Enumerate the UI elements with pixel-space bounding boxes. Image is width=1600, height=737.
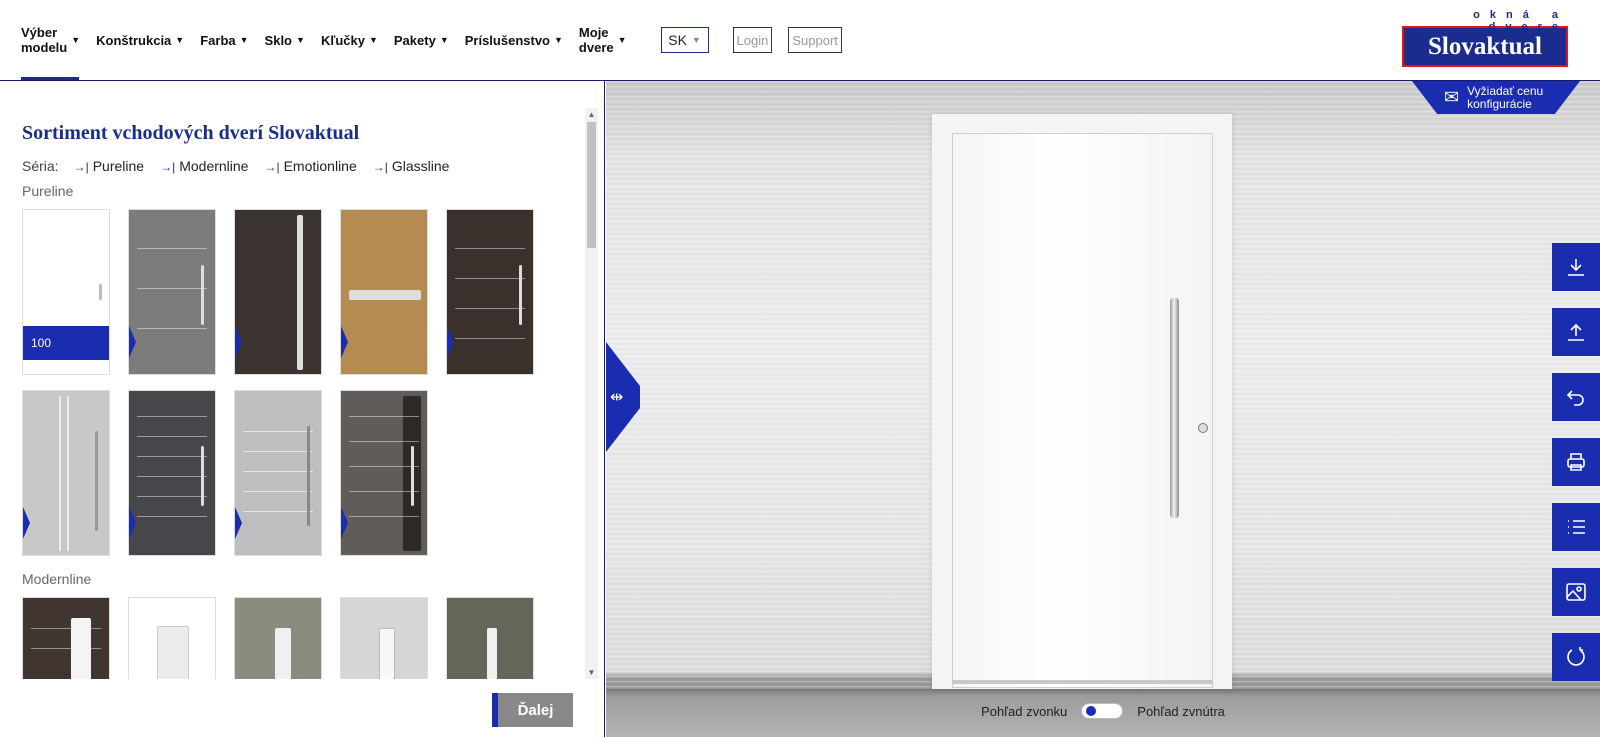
- top-navigation: Výber modelu ▼ Konštrukcia ▼ Farba ▼ Sklo ▼ K…: [0, 0, 1600, 81]
- jump-arrow-icon: →|: [73, 160, 89, 174]
- view-inside-label[interactable]: Pohľad zvnútra: [1137, 704, 1225, 719]
- nav-item-label: Pakety: [393, 32, 436, 48]
- print-button[interactable]: [1552, 438, 1600, 486]
- door-model-thumb[interactable]: [340, 390, 428, 556]
- door-model-thumb[interactable]: 100: [22, 209, 110, 375]
- reset-icon: [1567, 647, 1585, 666]
- resize-arrows-icon: ⇹: [610, 389, 624, 406]
- door-handle-bar: [1170, 298, 1179, 518]
- series-link-glassline[interactable]: →| Glassline: [373, 158, 450, 174]
- jump-arrow-icon: →|: [160, 160, 176, 174]
- next-button[interactable]: Ďalej: [492, 693, 573, 727]
- chevron-down-icon: ▼: [368, 34, 378, 45]
- nav-item-label: Sklo: [264, 32, 293, 48]
- model-catalog-scroll[interactable]: Sortiment vchodových dverí Slovaktual Sé…: [0, 108, 584, 679]
- door-model-thumb[interactable]: [340, 597, 428, 679]
- print-icon: [1567, 453, 1585, 471]
- switch-knob: [1086, 706, 1097, 716]
- chevron-down-icon: ▼: [71, 34, 81, 45]
- series-link-modernline[interactable]: →| Modernline: [160, 158, 248, 174]
- download-icon: [1568, 259, 1584, 276]
- image-icon: [1566, 583, 1586, 601]
- door-model-thumb[interactable]: [234, 390, 322, 556]
- catalog-scrollbar[interactable]: ▲ ▼: [585, 108, 598, 679]
- nav-item-color[interactable]: Farba ▼: [200, 33, 248, 48]
- series-filter: Séria: →| Pureline →| Modernline →| Emotion…: [22, 158, 465, 174]
- jump-arrow-icon: →|: [264, 160, 280, 174]
- nav-item-label: Kľučky: [320, 32, 365, 48]
- undo-icon: [1566, 390, 1584, 406]
- door-model-thumb[interactable]: [446, 597, 534, 679]
- door-model-thumb[interactable]: [234, 209, 322, 375]
- main-menu: Výber modelu ▼ Konštrukcia ▼ Farba ▼ Sklo ▼ K…: [21, 0, 858, 80]
- jump-arrow-icon: →|: [372, 160, 388, 174]
- door-model-thumb[interactable]: [22, 597, 110, 679]
- brand-logo[interactable]: okná a dvere Slovaktual: [1402, 9, 1568, 69]
- chevron-down-icon: ▼: [554, 34, 563, 45]
- door-model-thumb[interactable]: [128, 597, 216, 679]
- nav-item-model[interactable]: Výber modelu ▼: [21, 25, 80, 55]
- upload-icon: [1568, 323, 1584, 341]
- series-label: Séria:: [22, 158, 59, 174]
- upload-button[interactable]: [1552, 308, 1600, 356]
- group-label-modernline: Modernline: [22, 571, 92, 587]
- list-icon: [1568, 520, 1585, 534]
- chevron-down-icon: ▼: [239, 34, 249, 45]
- door-model-thumb[interactable]: [22, 390, 110, 556]
- door-preview-viewer: ✉ Vyžiadať cenu konfigurácie ⇹ Pohľad zvo…: [606, 81, 1600, 737]
- series-link-emotionline[interactable]: →| Emotionline: [264, 158, 356, 174]
- door-model-thumb[interactable]: [340, 209, 428, 375]
- nav-item-label: Príslušenstvo: [464, 32, 550, 48]
- login-button[interactable]: Login: [732, 27, 773, 53]
- nav-item-model-label: Výber modelu: [21, 25, 68, 55]
- nav-item-label: Farba: [200, 32, 236, 48]
- nav-item-packages[interactable]: Pakety ▼: [394, 33, 449, 48]
- chevron-down-icon: ▼: [691, 35, 701, 45]
- scrollbar-thumb[interactable]: [587, 122, 596, 248]
- mail-plus-icon: ✉: [1444, 87, 1460, 107]
- summary-list-button[interactable]: [1552, 503, 1600, 551]
- series-link-pureline[interactable]: →| Pureline: [74, 158, 145, 174]
- download-button[interactable]: [1552, 243, 1600, 291]
- request-quote-button[interactable]: ✉ Vyžiadať cenu konfigurácie: [1412, 81, 1580, 114]
- chevron-down-icon: ▼: [296, 34, 305, 45]
- nav-item-my-doors-label: Moje dvere: [578, 25, 614, 55]
- model-selection-panel: Sortiment vchodových dverí Slovaktual Sé…: [0, 81, 605, 737]
- view-switch[interactable]: [1081, 703, 1124, 719]
- background-image-button[interactable]: [1552, 568, 1600, 616]
- nav-item-glass[interactable]: Sklo ▼: [265, 33, 305, 48]
- door-lock-cylinder: [1198, 423, 1208, 433]
- scroll-up-arrow-icon[interactable]: ▲: [585, 108, 598, 121]
- group-label-pureline: Pureline: [22, 183, 74, 199]
- reset-button[interactable]: [1552, 633, 1600, 681]
- active-tab-indicator: [21, 77, 79, 80]
- request-quote-label: Vyžiadať cenu konfigurácie: [1467, 83, 1544, 111]
- nav-item-label: Konštrukcia: [96, 32, 172, 48]
- door-threshold: [952, 680, 1213, 684]
- view-side-toggle: Pohľad zvonku Pohľad zvnútra: [606, 703, 1600, 719]
- nav-item-construction[interactable]: Konštrukcia ▼: [96, 33, 184, 48]
- chevron-down-icon: ▼: [175, 34, 185, 45]
- support-button[interactable]: Support: [788, 27, 842, 53]
- door-model-thumb[interactable]: [128, 209, 216, 375]
- view-outside-label[interactable]: Pohľad zvonku: [981, 704, 1067, 719]
- model-number-badge: 100: [23, 326, 109, 360]
- chevron-down-icon: ▼: [439, 34, 449, 45]
- language-select[interactable]: SK ▼: [660, 27, 709, 53]
- nav-item-accessories[interactable]: Príslušenstvo ▼: [465, 33, 563, 48]
- scroll-down-arrow-icon[interactable]: ▼: [585, 666, 598, 679]
- door-model-thumb[interactable]: [234, 597, 322, 679]
- language-value: SK: [668, 32, 687, 48]
- undo-button[interactable]: [1552, 373, 1600, 421]
- logo-tagline: okná a dvere: [1473, 9, 1568, 33]
- chevron-down-icon: ▼: [617, 34, 627, 45]
- door-model-thumb[interactable]: [128, 390, 216, 556]
- door-model-thumb[interactable]: [446, 209, 534, 375]
- page-title: Sortiment vchodových dverí Slovaktual: [22, 122, 360, 144]
- nav-item-my-doors[interactable]: Moje dvere ▼: [579, 25, 627, 55]
- nav-item-handles[interactable]: Kľučky ▼: [321, 33, 378, 48]
